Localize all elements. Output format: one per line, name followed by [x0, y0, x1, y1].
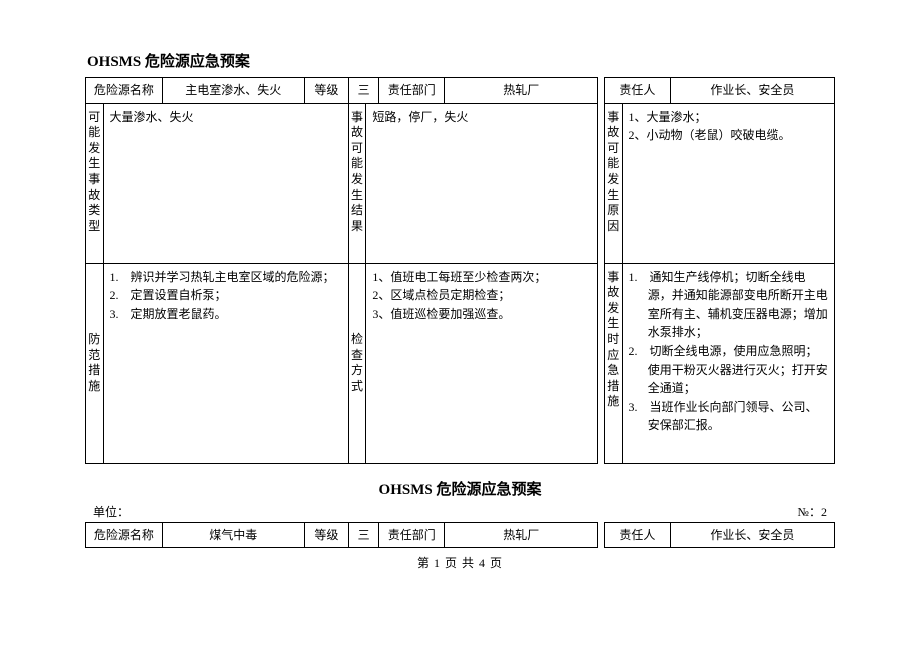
- r2-v3-content: 1. 通知生产线停机；切断全线电源，并通知能源部变电所断开主电室所有主、辅机变压…: [622, 263, 834, 463]
- h2-resp-value: 作业长、安全员: [670, 522, 834, 548]
- header-table-2: 危险源名称 煤气中毒 等级 三 责任部门 热轧厂 责任人 作业长、安全员: [85, 522, 835, 549]
- doc-title-2: OHSMS 危险源应急预案: [85, 478, 835, 499]
- h1-name-value: 主电室渗水、失火: [162, 78, 304, 104]
- h2-dept-value: 热轧厂: [445, 522, 598, 548]
- meta-row-2: 单位： №：2: [85, 503, 835, 520]
- r1-v2-label: 事故可能发生结果: [348, 103, 366, 263]
- h1-resp-value: 作业长、安全员: [670, 78, 834, 104]
- doc-title-1: OHSMS 危险源应急预案: [87, 50, 835, 71]
- doc-number: №：2: [798, 503, 827, 520]
- r1-v2-content: 短路，停厂，失火: [366, 103, 598, 263]
- h2-name-label: 危险源名称: [86, 522, 163, 548]
- r1-v3-label: 事故可能发生原因: [605, 103, 623, 263]
- h2-name-value: 煤气中毒: [162, 522, 304, 548]
- r1-v1-label: 可能发生事故类型: [86, 103, 104, 263]
- h1-grade-value: 三: [348, 78, 379, 104]
- h1-dept-label: 责任部门: [379, 78, 445, 104]
- page-number: 第 1 页 共 4 页: [85, 554, 835, 571]
- r2-v2-label: 检查方式: [348, 263, 366, 463]
- h2-dept-label: 责任部门: [379, 522, 445, 548]
- h2-resp-label: 责任人: [604, 522, 670, 548]
- h1-resp-label: 责任人: [604, 78, 670, 104]
- r2-v2-content: 1、值班电工每班至少检查两次； 2、区域点检员定期检查； 3、值班巡检要加强巡查…: [366, 263, 598, 463]
- r2-v1-content: 1. 辨识并学习热轧主电室区域的危险源； 2. 定置设置自析泵； 3. 定期放置…: [103, 263, 348, 463]
- r1-v3-content: 1、大量渗水； 2、小动物（老鼠）咬破电缆。: [622, 103, 834, 263]
- h2-grade-value: 三: [348, 522, 379, 548]
- body-table-1: 可能发生事故类型 大量渗水、失火 事故可能发生结果 短路，停厂，失火 事故可能发…: [85, 103, 835, 464]
- r1-v1-content: 大量渗水、失火: [103, 103, 348, 263]
- r2-v1-label: 防范措施: [86, 263, 104, 463]
- unit-label: 单位：: [93, 503, 129, 520]
- h1-grade-label: 等级: [304, 78, 348, 104]
- h1-dept-value: 热轧厂: [445, 78, 598, 104]
- h1-name-label: 危险源名称: [86, 78, 163, 104]
- h2-grade-label: 等级: [304, 522, 348, 548]
- header-table-1: 危险源名称 主电室渗水、失火 等级 三 责任部门 热轧厂 责任人 作业长、安全员: [85, 77, 835, 104]
- r2-v3-label: 事故发生时应急措施: [605, 263, 623, 463]
